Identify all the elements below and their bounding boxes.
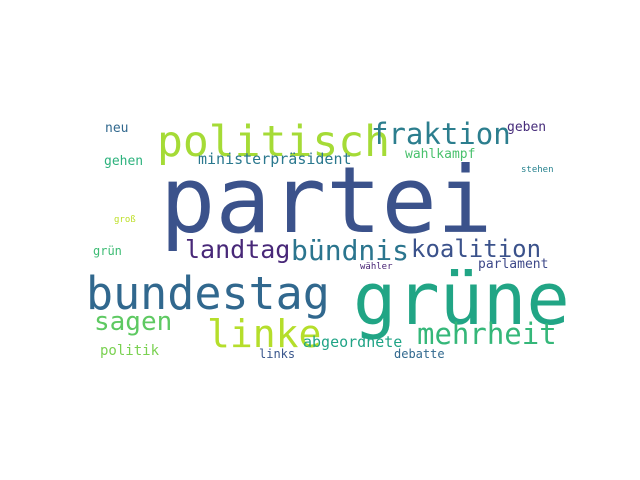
word-geben: geben bbox=[507, 120, 547, 135]
word-landtag: landtag bbox=[185, 235, 291, 264]
word-debatte: debatte bbox=[394, 347, 445, 361]
word-stehen: stehen bbox=[521, 165, 554, 175]
word-ministerpraesident: ministerpräsident bbox=[198, 150, 352, 168]
word-mehrheit: mehrheit bbox=[417, 317, 557, 351]
word-neu: neu bbox=[105, 121, 129, 136]
word-sagen: sagen bbox=[94, 307, 173, 337]
word-gross: groß bbox=[114, 215, 136, 225]
word-links: links bbox=[259, 347, 296, 361]
word-buendnis: bündnis bbox=[291, 234, 410, 267]
word-parlament: parlament bbox=[478, 257, 549, 272]
word-waehler: wähler bbox=[360, 262, 393, 272]
word-wahlkampf: wahlkampf bbox=[405, 147, 476, 162]
word-politik: politik bbox=[100, 343, 160, 359]
word-gruen: grün bbox=[93, 244, 122, 258]
word-cloud: partei grüne bundestag politisch fraktio… bbox=[80, 117, 570, 368]
word-abgeordnete: abgeordnete bbox=[303, 333, 403, 351]
word-fraktion: fraktion bbox=[371, 117, 511, 151]
word-gehen: gehen bbox=[104, 154, 144, 169]
